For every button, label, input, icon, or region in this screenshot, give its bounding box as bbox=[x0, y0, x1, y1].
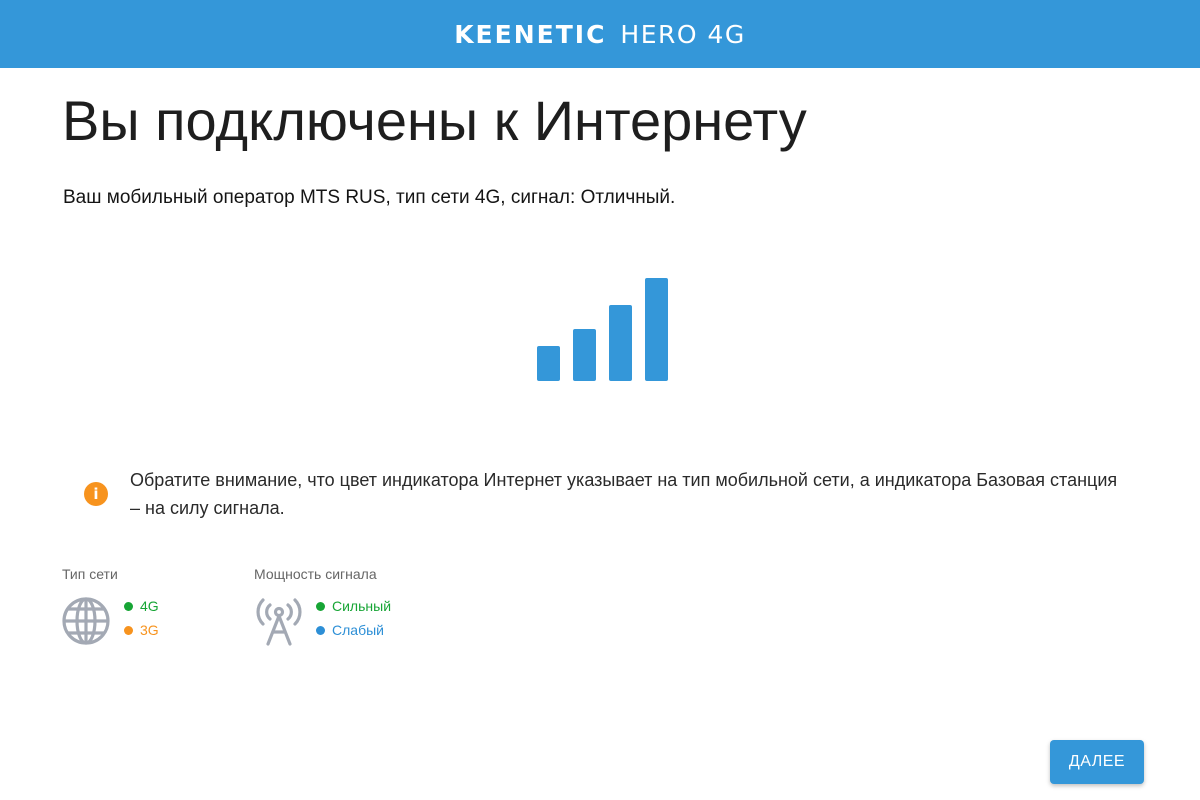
legend-dot-4g bbox=[124, 601, 133, 611]
legend-signal-strength: Мощность сигнала Сильный Слабый bbox=[254, 566, 391, 650]
globe-icon bbox=[62, 597, 110, 645]
legend-label-weak: Слабый bbox=[332, 622, 384, 638]
signal-bar-1 bbox=[537, 346, 560, 381]
info-icon: i bbox=[84, 482, 108, 506]
notice-text: Обратите внимание, что цвет индикатора И… bbox=[130, 470, 1118, 518]
top-bar: KEENETIC HERO 4G bbox=[0, 0, 1200, 68]
connection-summary: Ваш мобильный оператор MTS RUS, тип сети… bbox=[63, 187, 676, 208]
legend-dot-strong bbox=[316, 601, 325, 611]
signal-bars-icon bbox=[537, 278, 668, 381]
legend-item-weak: Слабый bbox=[316, 618, 391, 642]
antenna-tower-icon bbox=[256, 598, 302, 646]
next-button[interactable]: ДАЛЕЕ bbox=[1050, 740, 1144, 784]
legend-dot-weak bbox=[316, 625, 325, 635]
brand-logo: KEENETIC HERO 4G bbox=[454, 20, 746, 49]
legend-items-network-type: 4G 3G bbox=[124, 594, 159, 642]
legend-title-network-type: Тип сети bbox=[62, 566, 118, 582]
signal-bar-2 bbox=[573, 329, 596, 381]
legend-item-strong: Сильный bbox=[316, 594, 391, 618]
signal-bar-4 bbox=[645, 278, 668, 381]
legend-label-3g: 3G bbox=[140, 622, 159, 638]
signal-bar-3 bbox=[609, 305, 632, 381]
device-model: HERO 4G bbox=[620, 19, 746, 49]
page-title: Вы подключены к Интернету bbox=[62, 89, 807, 152]
legend-label-strong: Сильный bbox=[332, 598, 392, 614]
legend-item-4g: 4G bbox=[124, 594, 159, 618]
legend-items-signal-strength: Сильный Слабый bbox=[316, 594, 391, 642]
legend-network-type: Тип сети 4G 3G bbox=[62, 566, 159, 650]
legend-dot-3g bbox=[124, 625, 133, 635]
legend-title-signal-strength: Мощность сигнала bbox=[254, 566, 377, 582]
legend-item-3g: 3G bbox=[124, 618, 159, 642]
legend-label-4g: 4G bbox=[140, 598, 159, 614]
brand-name: KEENETIC bbox=[454, 19, 607, 49]
